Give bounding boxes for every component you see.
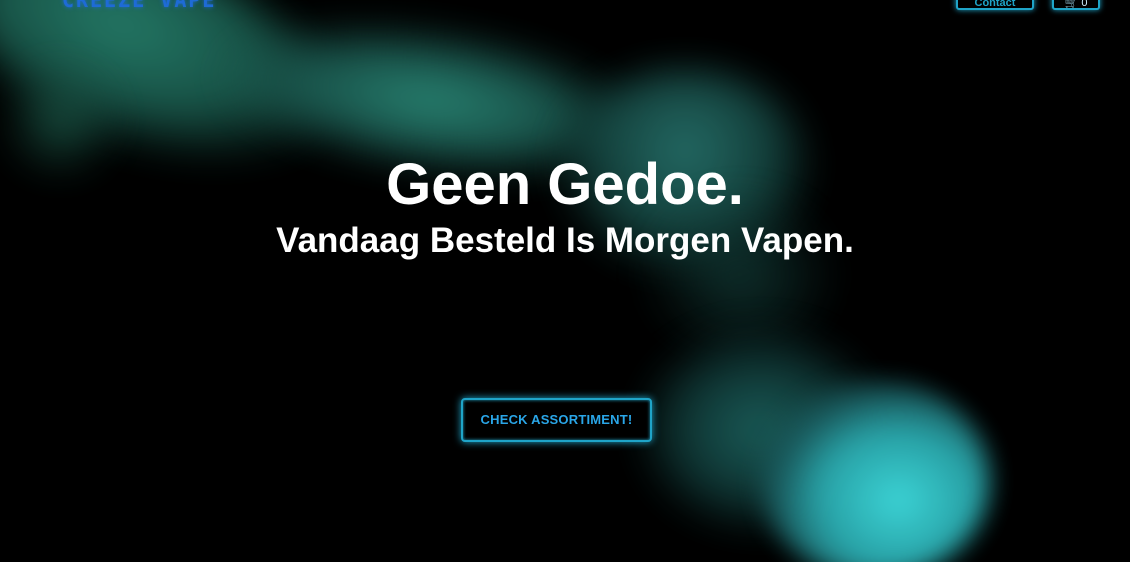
cart-icon: 🛒 [1064,0,1079,9]
cart-button[interactable]: 🛒 0 [1052,0,1100,10]
check-assortment-button[interactable]: CHECK ASSORTIMENT! [461,398,652,442]
site-header: CREEZE VAPE Contact 🛒 0 [0,0,1130,12]
hero-title: Geen Gedoe. [386,152,744,217]
hero-section: Geen Gedoe. Vandaag Besteld Is Morgen Va… [0,150,1130,262]
smoke-background-6 [760,380,990,562]
site-logo[interactable]: CREEZE VAPE [62,0,216,12]
hero-subtitle: Vandaag Besteld Is Morgen Vapen. [276,221,854,260]
cart-count: 0 [1081,0,1088,9]
landing-page: CREEZE VAPE Contact 🛒 0 Geen Gedoe. Vand… [0,0,1130,562]
contact-button[interactable]: Contact [956,0,1034,10]
